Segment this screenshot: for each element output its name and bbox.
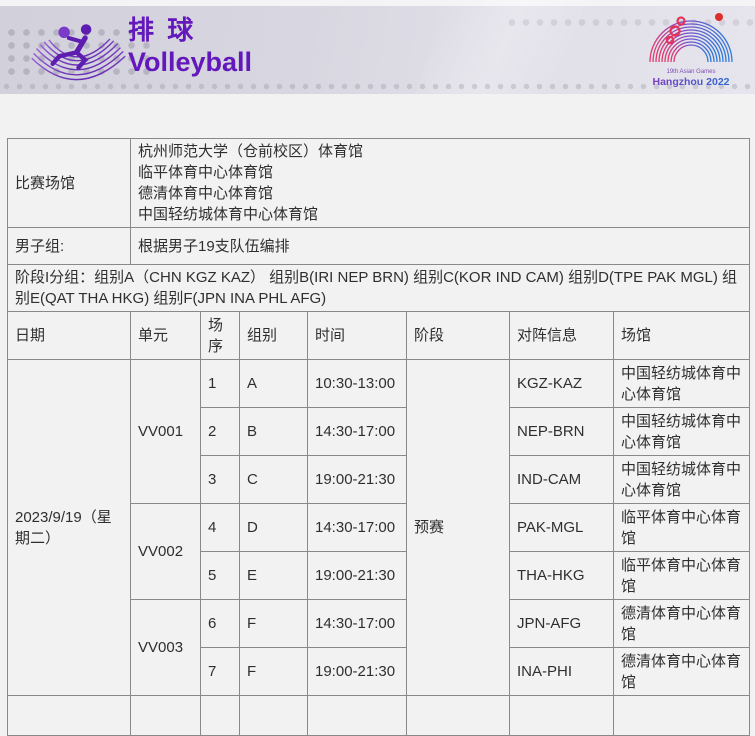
schedule-table: 比赛场馆 杭州师范大学（仓前校区）体育馆 临平体育中心体育馆 德清体育中心体育馆… [7, 138, 750, 736]
match-no-cell: 6 [201, 600, 240, 648]
group-cell: C [240, 456, 308, 504]
venues-label-cell: 比赛场馆 [8, 139, 131, 228]
time-cell: 19:00-21:30 [308, 552, 407, 600]
stage-grouping-cell: 阶段I分组：组别A（CHN KGZ KAZ） 组别B(IRI NEP BRN) … [8, 265, 750, 312]
teams-cell: IND-CAM [510, 456, 614, 504]
banner-sheen [411, 0, 590, 94]
time-cell: 14:30-17:00 [308, 600, 407, 648]
date-cell: 2023/9/19（星期二） [8, 360, 131, 696]
time-cell: 19:00-21:30 [308, 648, 407, 696]
match-no-cell: 4 [201, 504, 240, 552]
venue-cell: 临平体育中心体育馆 [614, 552, 750, 600]
stage-cell: 预赛 [407, 360, 510, 696]
table-row-partial [8, 696, 750, 736]
teams-cell: KGZ-KAZ [510, 360, 614, 408]
group-cell: D [240, 504, 308, 552]
venue-cell: 中国轻纺城体育中心体育馆 [614, 456, 750, 504]
match-no-cell: 2 [201, 408, 240, 456]
group-cell: A [240, 360, 308, 408]
teams-cell: PAK-MGL [510, 504, 614, 552]
stage-grouping-row: 阶段I分组：组别A（CHN KGZ KAZ） 组别B(IRI NEP BRN) … [8, 265, 750, 312]
match-no-cell: 1 [201, 360, 240, 408]
sport-title-en: Volleyball [128, 46, 252, 79]
group-cell: F [240, 600, 308, 648]
column-header-row: 日期 单元 场序 组别 时间 阶段 对阵信息 场馆 [8, 312, 750, 360]
venues-row: 比赛场馆 杭州师范大学（仓前校区）体育馆 临平体育中心体育馆 德清体育中心体育馆… [8, 139, 750, 228]
column-header-date: 日期 [8, 312, 131, 360]
asian-games-logo: 19th Asian Games Hangzhou 2022 [635, 5, 747, 91]
venue-line: 杭州师范大学（仓前校区）体育馆 [138, 141, 742, 162]
venue-cell: 中国轻纺城体育中心体育馆 [614, 360, 750, 408]
venue-cell: 德清体育中心体育馆 [614, 600, 750, 648]
teams-cell: NEP-BRN [510, 408, 614, 456]
column-header-teams: 对阵信息 [510, 312, 614, 360]
venue-cell: 临平体育中心体育馆 [614, 504, 750, 552]
volleyball-pictogram-icon [25, 12, 130, 87]
column-header-venue: 场馆 [614, 312, 750, 360]
venue-line: 临平体育中心体育馆 [138, 162, 742, 183]
column-header-group: 组别 [240, 312, 308, 360]
sport-banner: 排 球 Volleyball [0, 0, 755, 94]
venue-line: 中国轻纺城体育中心体育馆 [138, 204, 742, 225]
match-no-cell: 5 [201, 552, 240, 600]
group-cell: B [240, 408, 308, 456]
mens-group-value-cell: 根据男子19支队伍编排 [131, 228, 750, 265]
venues-value-cell: 杭州师范大学（仓前校区）体育馆 临平体育中心体育馆 德清体育中心体育馆 中国轻纺… [131, 139, 750, 228]
time-cell: 14:30-17:00 [308, 408, 407, 456]
column-header-stage: 阶段 [407, 312, 510, 360]
mens-group-row: 男子组: 根据男子19支队伍编排 [8, 228, 750, 265]
time-cell: 14:30-17:00 [308, 504, 407, 552]
column-header-match-no: 场序 [201, 312, 240, 360]
unit-cell: VV001 [131, 360, 201, 504]
match-row: 2023/9/19（星期二） VV001 1 A 10:30-13:00 预赛 … [8, 360, 750, 408]
unit-cell: VV003 [131, 600, 201, 696]
teams-cell: INA-PHI [510, 648, 614, 696]
group-cell: E [240, 552, 308, 600]
match-no-cell: 3 [201, 456, 240, 504]
banner-titles: 排 球 Volleyball [128, 15, 252, 79]
venue-cell: 中国轻纺城体育中心体育馆 [614, 408, 750, 456]
mens-group-label-cell: 男子组: [8, 228, 131, 265]
column-header-time: 时间 [308, 312, 407, 360]
teams-cell: JPN-AFG [510, 600, 614, 648]
match-no-cell: 7 [201, 648, 240, 696]
venue-line: 德清体育中心体育馆 [138, 183, 742, 204]
sport-title-zh: 排 球 [128, 15, 252, 45]
unit-cell: VV002 [131, 504, 201, 600]
group-cell: F [240, 648, 308, 696]
column-header-unit: 单元 [131, 312, 201, 360]
logo-subtitle: 19th Asian Games [666, 69, 715, 75]
teams-cell: THA-HKG [510, 552, 614, 600]
time-cell: 10:30-13:00 [308, 360, 407, 408]
time-cell: 19:00-21:30 [308, 456, 407, 504]
logo-title: Hangzhou 2022 [652, 76, 729, 88]
volleyball-schedule-page: { "theme": { "accent_purple": "#6318bb",… [0, 0, 755, 701]
venue-cell: 德清体育中心体育馆 [614, 648, 750, 696]
logo-sun-dot [715, 13, 723, 21]
